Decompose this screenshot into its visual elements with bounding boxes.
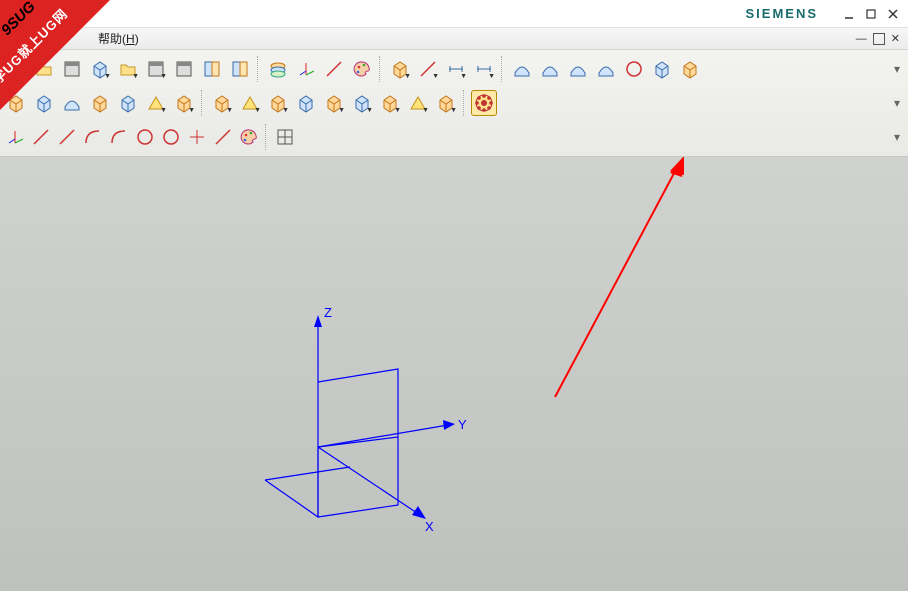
- box-dim-icon[interactable]: ▼: [349, 90, 375, 116]
- toolbar-separator: [265, 124, 269, 150]
- box-x-icon[interactable]: ▼: [265, 90, 291, 116]
- toolbar-row-1: ▼▼▼▼▼▼▼▾: [2, 52, 906, 86]
- toolbar-overflow-2[interactable]: ▾: [894, 96, 906, 110]
- tri-sel-icon[interactable]: ▼: [405, 90, 431, 116]
- radial-pattern-icon[interactable]: [471, 90, 497, 116]
- surf-d-icon[interactable]: [593, 56, 619, 82]
- tool-line-a-icon[interactable]: [29, 125, 53, 149]
- toolbar-separator: [379, 56, 383, 82]
- tool-line-b-icon[interactable]: [55, 125, 79, 149]
- box-d-icon[interactable]: [115, 90, 141, 116]
- box-sel-icon[interactable]: ▼: [377, 90, 403, 116]
- toolbar-separator: [501, 56, 505, 82]
- compass-icon[interactable]: [621, 56, 647, 82]
- surf-yellow-icon[interactable]: [59, 90, 85, 116]
- tool-palette-icon[interactable]: [237, 125, 261, 149]
- move-box2-icon[interactable]: ▼: [433, 90, 459, 116]
- tool-grid-icon[interactable]: [273, 125, 297, 149]
- layers-icon[interactable]: [265, 56, 291, 82]
- move-box-icon[interactable]: ▼: [209, 90, 235, 116]
- menubar: 帮助(H) — ✕: [0, 28, 908, 50]
- misc-b-icon[interactable]: [677, 56, 703, 82]
- fold-right-icon[interactable]: [227, 56, 253, 82]
- prism-icon[interactable]: ▼: [143, 90, 169, 116]
- fold-left-icon[interactable]: [199, 56, 225, 82]
- sheet-icon[interactable]: ▼: [143, 56, 169, 82]
- doc-close-button[interactable]: ✕: [891, 32, 900, 45]
- axis-z-label: Z: [324, 305, 332, 320]
- tool-donut-icon[interactable]: [159, 125, 183, 149]
- save-icon[interactable]: [59, 56, 85, 82]
- box-b-icon[interactable]: [31, 90, 57, 116]
- minimize-button[interactable]: [840, 6, 858, 22]
- tool-arc-icon[interactable]: [81, 125, 105, 149]
- toolbar-separator: [463, 90, 467, 116]
- surf-c-icon[interactable]: [565, 56, 591, 82]
- misc-a-icon[interactable]: [649, 56, 675, 82]
- box-cube-icon[interactable]: ▼: [321, 90, 347, 116]
- magic-icon[interactable]: [321, 56, 347, 82]
- close-button[interactable]: [884, 6, 902, 22]
- box-read-icon[interactable]: ▼: [171, 90, 197, 116]
- start-icon[interactable]: [3, 56, 29, 82]
- cube-blue-icon[interactable]: ▼: [87, 56, 113, 82]
- tool-circle-icon[interactable]: [133, 125, 157, 149]
- dim-h-icon[interactable]: ▼: [443, 56, 469, 82]
- axis-x-label: X: [425, 519, 434, 534]
- box-c-icon[interactable]: [87, 90, 113, 116]
- box-a-icon[interactable]: [3, 90, 29, 116]
- doc-restore-button[interactable]: [873, 33, 885, 45]
- viewport-3d[interactable]: Z Y X: [0, 157, 908, 591]
- surf-a-icon[interactable]: [509, 56, 535, 82]
- titlebar: SIEMENS: [0, 0, 908, 28]
- open-icon[interactable]: [31, 56, 57, 82]
- tool-plus-icon[interactable]: [185, 125, 209, 149]
- ucs-xyz-icon[interactable]: [293, 56, 319, 82]
- layer-window-icon[interactable]: [171, 56, 197, 82]
- toolbar-area: ▼▼▼▼▼▼▼▾ ▼▼▼▼▼▼▼▼▼▼▾ ▾: [0, 50, 908, 157]
- box-meas-icon[interactable]: [293, 90, 319, 116]
- axis-y-label: Y: [458, 417, 467, 432]
- toolbar-row-2: ▼▼▼▼▼▼▼▼▼▼▾: [2, 86, 906, 120]
- toolbar-separator: [201, 90, 205, 116]
- maximize-button[interactable]: [862, 6, 880, 22]
- brand-label: SIEMENS: [745, 6, 818, 21]
- new-folder-icon[interactable]: ▼: [115, 56, 141, 82]
- weld-icon[interactable]: ▼: [415, 56, 441, 82]
- warn-tri-icon[interactable]: ▼: [237, 90, 263, 116]
- coordinate-system: Z Y X: [0, 157, 908, 591]
- toolbar-separator: [257, 56, 261, 82]
- tool-curve-icon[interactable]: [107, 125, 131, 149]
- toolbar-overflow-3[interactable]: ▾: [894, 130, 906, 144]
- tool-ucs-icon[interactable]: [3, 125, 27, 149]
- toolbar-overflow-1[interactable]: ▾: [894, 62, 906, 76]
- palette-icon[interactable]: [349, 56, 375, 82]
- surf-b-icon[interactable]: [537, 56, 563, 82]
- menu-help[interactable]: 帮助(H): [90, 28, 147, 49]
- doc-minimize-button[interactable]: —: [856, 33, 867, 45]
- dim-hh-icon[interactable]: ▼: [471, 56, 497, 82]
- measure-box-icon[interactable]: ▼: [387, 56, 413, 82]
- toolbar-row-3: ▾: [2, 120, 906, 154]
- tool-line-c-icon[interactable]: [211, 125, 235, 149]
